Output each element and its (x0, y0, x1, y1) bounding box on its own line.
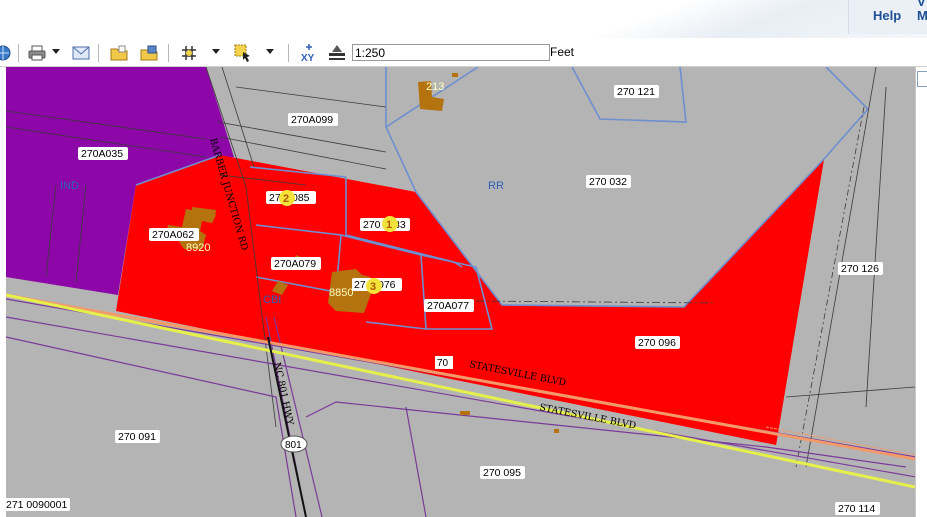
scale-icon (329, 45, 345, 60)
xy-label: XY (301, 53, 315, 64)
side-panel-strip (915, 67, 927, 517)
toolbar-separator (288, 44, 289, 62)
toolbar-separator (18, 44, 19, 62)
toolbar-separator (98, 44, 99, 62)
parcel-label: 270 114 (838, 503, 875, 515)
parcel-label: 270 (363, 219, 381, 231)
envelope-icon (72, 46, 90, 60)
app-header: Help M V (0, 0, 927, 40)
xy-icon: XY (301, 44, 315, 64)
panel-toggle-button[interactable] (917, 71, 927, 87)
zone-label-ind: IND (60, 180, 79, 192)
grid-dropdown-caret[interactable] (212, 49, 220, 54)
grid-button[interactable] (178, 42, 200, 64)
menu-link-m[interactable]: M (917, 8, 927, 23)
address-label: 8850 (329, 287, 353, 299)
parcel-label: 270 091 (118, 431, 156, 443)
parcel-label: 270 095 (483, 467, 521, 479)
parcel-label: 27 (354, 279, 366, 291)
printer-icon (28, 45, 46, 61)
folder-save-icon (140, 45, 158, 61)
menu-link-v[interactable]: V (917, 0, 926, 9)
parcel-label: 270 096 (638, 337, 676, 349)
address-label: 213 (426, 81, 444, 93)
map-svg: 270A099 270 121 270A035 270 032 27 085 2… (6, 67, 915, 517)
select-icon (234, 44, 250, 62)
scale-tool-button[interactable] (326, 42, 348, 64)
print-button[interactable] (26, 42, 48, 64)
route-number-70: 70 (437, 358, 449, 369)
parcel-label: 271 0090001 (6, 499, 67, 511)
parcel-label: 270A079 (274, 258, 316, 270)
zone-label-cbi: CBI (263, 294, 281, 306)
parcel-label: 270 121 (617, 86, 655, 98)
folder-open-icon (110, 45, 128, 61)
email-button[interactable] (70, 42, 92, 64)
select-button[interactable] (232, 42, 254, 64)
result-marker-number: 1 (386, 219, 392, 231)
result-marker-number: 3 (370, 281, 376, 293)
map-canvas[interactable]: 270A099 270 121 270A035 270 032 27 085 2… (6, 67, 915, 517)
address-label: 8920 (186, 242, 210, 254)
parcel-label: 270A035 (81, 148, 123, 160)
header-links: Help M V (848, 0, 927, 34)
print-dropdown-caret[interactable] (52, 49, 60, 54)
grid-icon (182, 46, 196, 60)
scale-input[interactable] (352, 44, 550, 61)
globe-icon (0, 45, 11, 61)
parcel-label: 270A062 (152, 229, 194, 241)
result-marker-number: 2 (283, 193, 289, 205)
identify-button[interactable] (0, 42, 14, 64)
help-link[interactable]: Help (873, 8, 901, 23)
scale-units-label: Feet (550, 45, 575, 59)
toolbar-separator (168, 44, 169, 62)
zone-label-rr: RR (488, 180, 504, 192)
parcel-label: 270A099 (291, 114, 333, 126)
select-dropdown-caret[interactable] (266, 49, 274, 54)
route-number-801: 801 (285, 440, 302, 451)
save-folder-button[interactable] (138, 42, 160, 64)
parcel-label: 270 032 (589, 176, 627, 188)
xy-button[interactable]: XY (298, 42, 320, 64)
parcel-label: 270A077 (427, 300, 469, 312)
open-folder-button[interactable] (108, 42, 130, 64)
parcel-label: 270 126 (841, 263, 879, 275)
